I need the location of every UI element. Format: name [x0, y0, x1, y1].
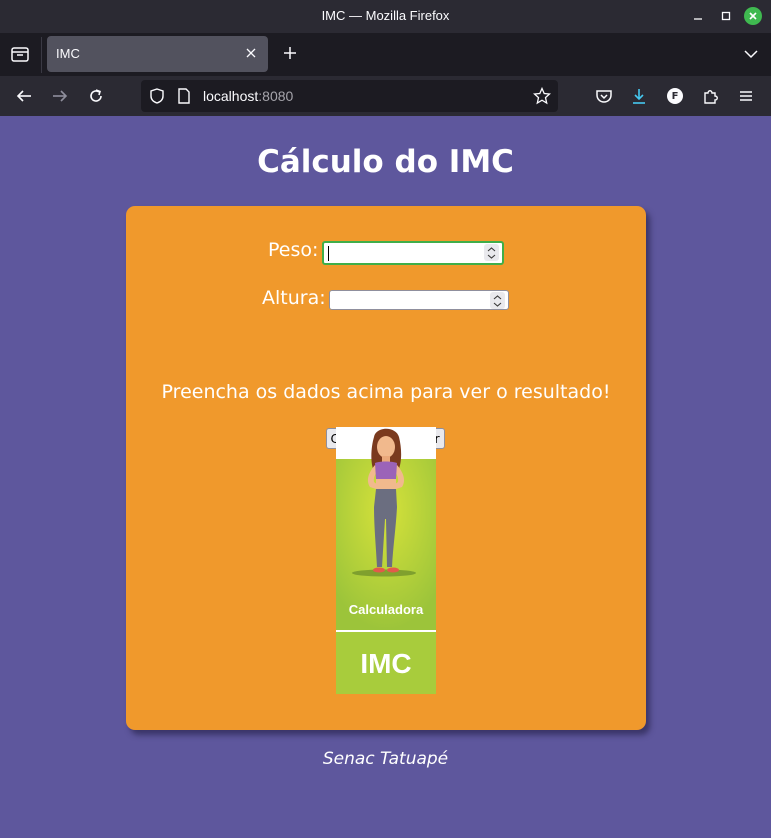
close-tab-icon[interactable]: [242, 44, 260, 62]
altura-spinner[interactable]: [490, 292, 505, 309]
page-title: Cálculo do IMC: [257, 144, 514, 180]
tab-strip: IMC: [0, 33, 771, 76]
arrow-left-icon[interactable]: [12, 84, 36, 108]
address-bar[interactable]: localhost:8080: [141, 80, 558, 112]
window-titlebar: IMC — Mozilla Firefox: [0, 0, 771, 33]
page-icon: [172, 84, 196, 108]
firefox-view-icon[interactable]: [9, 43, 31, 65]
extension-badge-letter: F: [667, 88, 683, 104]
spinner-arrows-icon: [487, 246, 496, 259]
tab-separator: [41, 37, 42, 73]
extension-badge-icon[interactable]: F: [663, 84, 687, 108]
imc-illustration: Calculadora IMC: [336, 427, 436, 694]
tab-label: IMC: [56, 46, 80, 61]
illustration-text-calculadora: Calculadora: [349, 602, 424, 617]
url-port: :8080: [258, 88, 294, 104]
illustration-text-imc: IMC: [360, 648, 411, 679]
navigation-bar: localhost:8080 F: [0, 76, 771, 116]
chevron-down-icon[interactable]: [740, 43, 762, 65]
maximize-icon[interactable]: [716, 6, 736, 26]
arrow-right-icon[interactable]: [48, 84, 72, 108]
page-content: Cálculo do IMC Peso: Altura: Calcular Li…: [0, 116, 771, 838]
result-message: Preencha os dados acima para ver o resul…: [161, 381, 611, 403]
url-text[interactable]: localhost:8080: [203, 88, 293, 104]
minimize-icon[interactable]: [688, 6, 708, 26]
shield-icon[interactable]: [145, 84, 169, 108]
peso-input[interactable]: [322, 241, 504, 265]
text-caret: [328, 246, 329, 261]
imc-card: Peso: Altura: Calcular Limpar Preencha o…: [126, 206, 646, 730]
altura-label: Altura:: [262, 287, 326, 309]
woman-figure-icon: Calculadora IMC: [336, 427, 436, 694]
footer-text: Senac Tatuapé: [322, 749, 449, 769]
tab-imc[interactable]: IMC: [47, 36, 268, 72]
pocket-icon[interactable]: [592, 84, 616, 108]
puzzle-icon[interactable]: [699, 84, 723, 108]
peso-label: Peso:: [268, 239, 319, 261]
hamburger-icon[interactable]: [734, 84, 758, 108]
star-icon[interactable]: [530, 84, 554, 108]
peso-spinner[interactable]: [484, 244, 499, 261]
reload-icon[interactable]: [84, 84, 108, 108]
altura-input[interactable]: [329, 290, 509, 310]
window-title: IMC — Mozilla Firefox: [321, 8, 450, 23]
spinner-arrows-icon: [493, 294, 502, 307]
download-icon[interactable]: [627, 84, 651, 108]
close-window-icon[interactable]: [744, 7, 762, 25]
new-tab-icon[interactable]: [279, 42, 301, 64]
url-host: localhost: [203, 88, 259, 104]
